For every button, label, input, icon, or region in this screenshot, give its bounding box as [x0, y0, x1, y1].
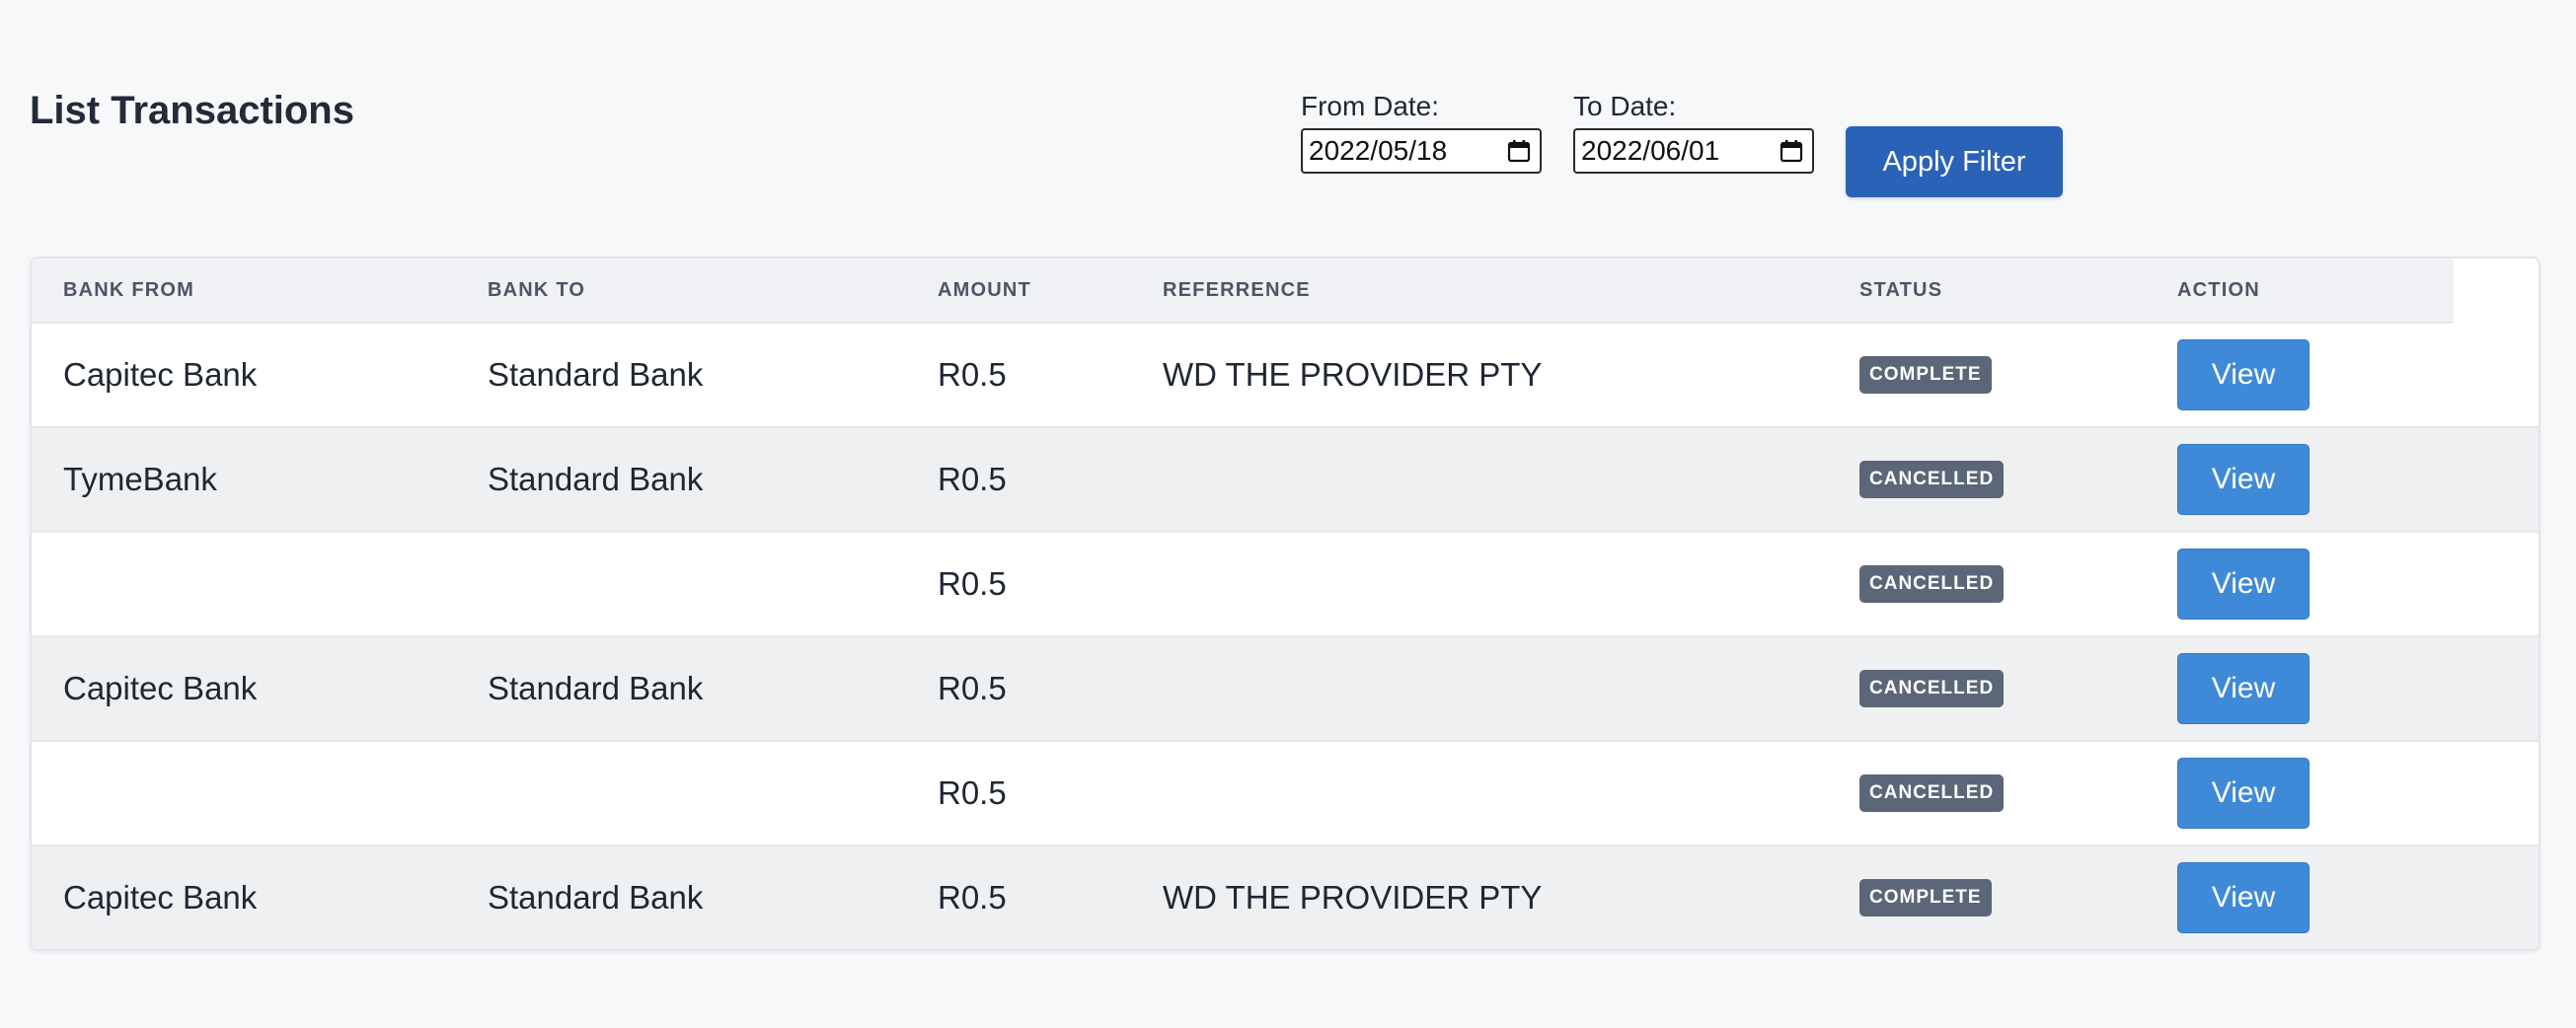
to-date-filter: To Date: 2022/06/01: [1573, 91, 1814, 174]
cell-bank-to: Standard Bank: [488, 356, 704, 393]
status-badge: CANCELLED: [1859, 565, 2005, 603]
table-row: R0.5 CANCELLED View: [32, 533, 2538, 637]
from-date-input[interactable]: 2022/05/18: [1301, 128, 1542, 174]
table-header: BANK FROM BANK TO AMOUNT REFERRENCE STAT…: [32, 258, 2538, 324]
view-button[interactable]: View: [2177, 862, 2310, 933]
cell-bank-from: TymeBank: [63, 461, 217, 497]
page-title: List Transactions: [30, 89, 354, 132]
calendar-icon[interactable]: [1779, 138, 1804, 164]
cell-bank-from: Capitec Bank: [63, 356, 258, 393]
status-badge: COMPLETE: [1859, 879, 1992, 917]
cell-reference: WD THE PROVIDER PTY: [1163, 879, 1543, 916]
table-row: R0.5 CANCELLED View: [32, 742, 2538, 846]
transactions-table: BANK FROM BANK TO AMOUNT REFERRENCE STAT…: [30, 257, 2540, 951]
cell-bank-to: Standard Bank: [488, 670, 704, 706]
cell-amount: R0.5: [938, 356, 1007, 393]
to-date-value: 2022/06/01: [1581, 135, 1720, 166]
header-reference: REFERRENCE: [1163, 279, 1311, 301]
to-date-label: To Date:: [1573, 91, 1677, 121]
cell-bank-from: Capitec Bank: [63, 879, 258, 916]
cell-amount: R0.5: [938, 879, 1007, 916]
cell-amount: R0.5: [938, 461, 1007, 497]
cell-amount: R0.5: [938, 774, 1007, 811]
cell-reference: WD THE PROVIDER PTY: [1163, 356, 1543, 393]
table-row: Capitec Bank Standard Bank R0.5 CANCELLE…: [32, 637, 2538, 742]
header-bank-to: BANK TO: [488, 279, 586, 301]
transactions-page: List Transactions From Date: 2022/05/18 …: [0, 0, 2576, 1028]
status-badge: CANCELLED: [1859, 774, 2005, 812]
from-date-value: 2022/05/18: [1309, 135, 1448, 166]
cell-bank-to: Standard Bank: [488, 879, 704, 916]
from-date-filter: From Date: 2022/05/18: [1301, 91, 1542, 174]
header-action: ACTION: [2177, 279, 2260, 301]
view-button[interactable]: View: [2177, 339, 2310, 410]
header-bank-from: BANK FROM: [63, 279, 195, 301]
view-button[interactable]: View: [2177, 549, 2310, 620]
apply-filter-button[interactable]: Apply Filter: [1846, 126, 2063, 197]
table-row: Capitec Bank Standard Bank R0.5 WD THE P…: [32, 846, 2538, 949]
view-button[interactable]: View: [2177, 758, 2310, 829]
status-badge: COMPLETE: [1859, 356, 1992, 394]
from-date-label: From Date:: [1301, 91, 1440, 121]
view-button[interactable]: View: [2177, 653, 2310, 724]
table-row: TymeBank Standard Bank R0.5 CANCELLED Vi…: [32, 428, 2538, 533]
calendar-icon[interactable]: [1506, 138, 1532, 164]
cell-amount: R0.5: [938, 670, 1007, 706]
view-button[interactable]: View: [2177, 444, 2310, 515]
cell-amount: R0.5: [938, 565, 1007, 602]
status-badge: CANCELLED: [1859, 461, 2005, 498]
header-spacer: [2454, 258, 2538, 324]
table-row: Capitec Bank Standard Bank R0.5 WD THE P…: [32, 324, 2538, 428]
header-amount: AMOUNT: [938, 279, 1031, 301]
cell-bank-from: Capitec Bank: [63, 670, 258, 706]
status-badge: CANCELLED: [1859, 670, 2005, 707]
header-status: STATUS: [1859, 279, 1943, 301]
to-date-input[interactable]: 2022/06/01: [1573, 128, 1814, 174]
cell-bank-to: Standard Bank: [488, 461, 704, 497]
